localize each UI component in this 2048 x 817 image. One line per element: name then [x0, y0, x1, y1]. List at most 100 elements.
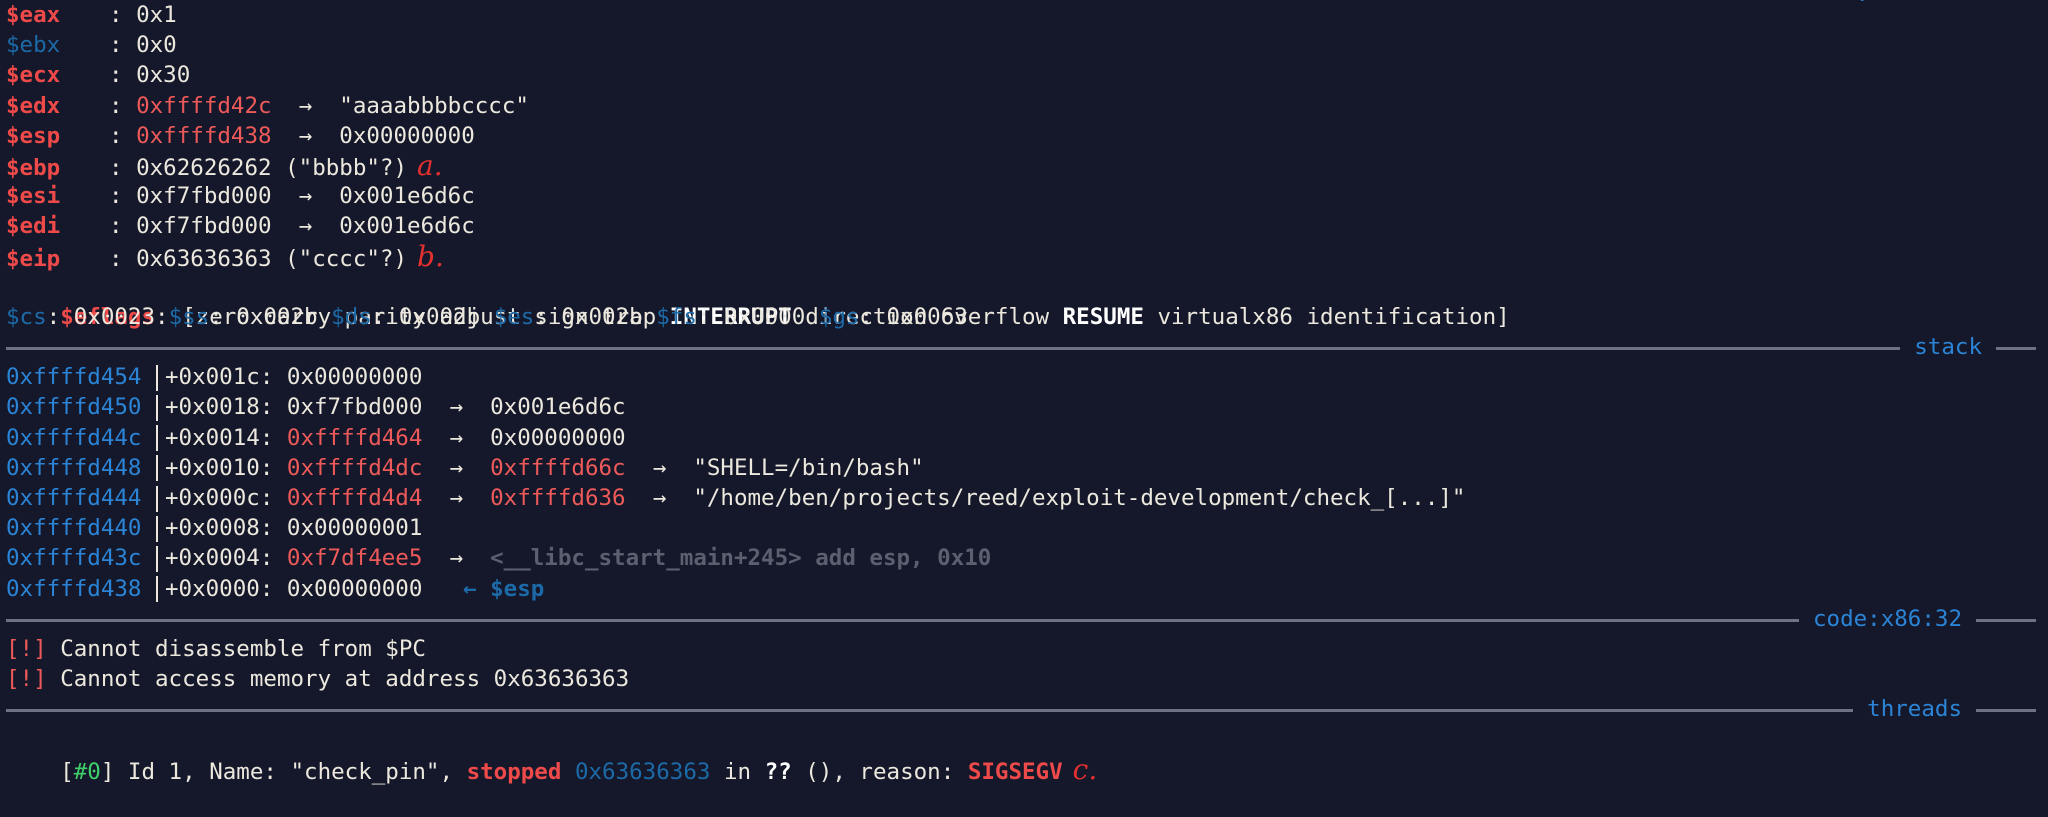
- handwritten-annotation: b.: [417, 239, 444, 273]
- register-colon: :: [109, 245, 123, 272]
- register-colon: :: [109, 183, 123, 210]
- register-line: $esp: 0xffffd438 → 0x00000000: [6, 121, 2036, 151]
- segment-colon: :: [209, 303, 223, 330]
- stack-separator: [156, 485, 158, 512]
- stack-offset: +0x0008:: [165, 515, 274, 542]
- segment-value: 0x0023: [73, 303, 156, 330]
- thread-in: in: [710, 758, 765, 785]
- gef-terminal: $eax: 0x1 $ebx: 0x0 $ecx: 0x30 $edx: 0xffff…: [6, 0, 2036, 785]
- stack-value: 0x00000000: [286, 364, 423, 391]
- stack-offset: +0x0004:: [165, 545, 274, 572]
- handwritten-annotation: a.: [417, 148, 443, 182]
- offscreen-marker-top: •: [1858, 0, 1867, 8]
- stack-value: 0xf7df4ee5: [286, 545, 423, 572]
- deref-arrow: →: [449, 454, 464, 481]
- stack-value: 0xffffd4d4: [286, 485, 423, 511]
- register-line: $ebp: 0x62626262 ("bbbb"?) a.: [6, 148, 2036, 182]
- stack-separator: [156, 394, 158, 421]
- register-name: $eax: [6, 2, 61, 28]
- register-colon: :: [109, 62, 123, 89]
- segment-colon: :: [371, 303, 386, 330]
- stack-value: 0xf7fbd000: [286, 394, 423, 421]
- stack-row: 0xffffd454 +0x001c: 0x00000000: [6, 362, 2036, 392]
- stack-deref: <__libc_start_main+245> add esp, 0x10: [490, 545, 992, 572]
- stack-offset: +0x0014:: [165, 424, 274, 451]
- stack-value: 0x00000001: [286, 515, 423, 542]
- register-line: $ecx: 0x30: [6, 60, 2036, 90]
- stack-address: 0xffffd440: [6, 515, 142, 542]
- register-value: 0x0: [136, 32, 177, 59]
- threads-section-divider: threads: [6, 694, 2036, 725]
- segment-value: 0x002b: [236, 303, 318, 330]
- stack-offset: +0x0010:: [165, 454, 274, 481]
- stack-separator: [156, 545, 158, 572]
- register-line: $eax: 0x1: [6, 0, 2036, 30]
- stack-section-label: stack: [1900, 332, 1996, 363]
- stack-address: 0xffffd43c: [6, 545, 142, 572]
- code-section-divider: code:x86:32: [6, 603, 2036, 634]
- stack-separator: [156, 455, 158, 482]
- register-deref: 0x001e6d6c: [339, 213, 475, 240]
- deref-arrow: →: [298, 92, 313, 119]
- thread-text-1: Id 1, Name: "check_pin",: [114, 758, 467, 785]
- deref-arrow: →: [652, 485, 667, 511]
- stack-offset: +0x000c:: [165, 485, 274, 511]
- segment-name: $ds: [331, 303, 372, 330]
- register-value: 0xffffd438: [136, 122, 272, 149]
- deref-arrow: →: [652, 454, 667, 481]
- register-name: $ecx: [6, 62, 61, 89]
- stack-offset: +0x001c:: [165, 364, 274, 391]
- code-section-label: code:x86:32: [1798, 603, 1976, 634]
- stack-row: 0xffffd438 +0x0000: 0x00000000 ← $esp: [6, 574, 2036, 604]
- stack-deref: 0xffffd66c: [490, 454, 626, 481]
- thread-signal: SIGSEGV: [967, 758, 1063, 785]
- register-line: $edx: 0xffffd42c → "aaaabbbbcccc": [6, 91, 2036, 121]
- register-value: 0xffffd42c: [136, 92, 272, 119]
- stack-row: 0xffffd450 +0x0018: 0xf7fbd000 → 0x001e6d…: [6, 392, 2036, 422]
- register-name: $ebx: [6, 32, 61, 59]
- register-deref: 0x001e6d6c: [339, 183, 475, 210]
- register-value: 0xf7fbd000: [136, 213, 272, 240]
- error-tag: [!]: [6, 666, 47, 693]
- deref-arrow: →: [298, 183, 313, 210]
- register-name: $esp: [6, 122, 61, 149]
- register-value: 0x62626262 ("bbbb"?): [136, 154, 408, 181]
- deref-arrow: →: [449, 424, 464, 451]
- segment-colon: :: [534, 303, 548, 330]
- stack-string: "/home/ben/projects/reed/exploit-develop…: [693, 485, 1466, 511]
- error-text: Cannot access memory at address 0x636363…: [60, 666, 630, 693]
- stack-separator: [156, 364, 158, 391]
- threads-section-label: threads: [1853, 694, 1976, 725]
- stack-row: 0xffffd440 +0x0008: 0x00000001: [6, 513, 2036, 543]
- thread-bracket-open: [: [60, 758, 74, 785]
- stack-value: 0x00000000: [286, 575, 423, 602]
- register-colon: :: [109, 213, 123, 240]
- annotation-c: c.: [1072, 752, 1098, 786]
- stack-row: 0xffffd444 +0x000c: 0xffffd4d4 → 0xffffd6…: [6, 483, 2036, 513]
- segment-value: 0x002b: [398, 303, 481, 330]
- segment-value: 0x0000: [723, 303, 806, 330]
- stack-row: 0xffffd43c +0x0004: 0xf7df4ee5 → <__libc_…: [6, 543, 2036, 573]
- register-name: $eip: [6, 245, 61, 272]
- segment-value: 0x002b: [561, 303, 643, 330]
- stack-deref: 0xffffd636: [490, 485, 626, 511]
- stack-address: 0xffffd444: [6, 485, 142, 511]
- error-text: Cannot disassemble from $PC: [60, 635, 426, 662]
- thread-text-2: (), reason:: [791, 758, 968, 785]
- code-error-line: [!] Cannot access memory at address 0x63…: [6, 664, 2036, 694]
- register-value: 0x63636363 ("cccc"?): [136, 245, 408, 272]
- code-error-line: [!] Cannot disassemble from $PC: [6, 634, 2036, 664]
- thread-address: 0x63636363: [574, 758, 711, 785]
- segment-name: $cs: [6, 303, 47, 330]
- register-line: $ebx: 0x0: [6, 30, 2036, 60]
- deref-arrow: →: [449, 394, 464, 421]
- deref-arrow: →: [298, 213, 313, 240]
- segment-colon: :: [46, 303, 61, 330]
- stack-offset: +0x0018:: [165, 394, 274, 421]
- registers-panel: $eax: 0x1 $ebx: 0x0 $ecx: 0x30 $edx: 0xffff…: [6, 0, 2036, 272]
- register-value: 0x30: [136, 62, 191, 89]
- segment-name: $fs: [656, 303, 697, 330]
- segment-name: $ss: [168, 303, 210, 330]
- stack-deref: 0x00000000: [490, 424, 626, 451]
- register-deref: "aaaabbbbcccc": [339, 92, 529, 119]
